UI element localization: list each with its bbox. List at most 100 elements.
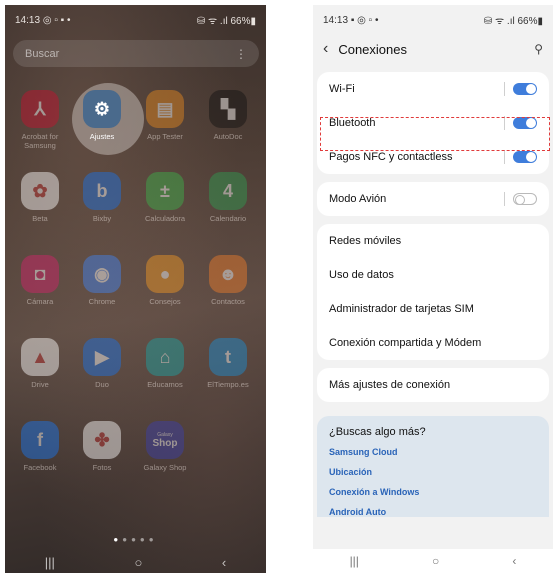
suggestions-panel: ¿Buscas algo más? Samsung Cloud Ubicació… [317,416,549,517]
airplane-row[interactable]: Modo Avión [317,182,549,216]
app-chrome[interactable]: ◉ Chrome [72,255,132,307]
mobile-networks-label: Redes móviles [329,235,402,247]
status-bar: 14:13 ▪ ◎ ▫ • ⛁ ᯤ .ıl 66%▮ [313,5,553,35]
nfc-highlight-box [320,117,550,151]
settings-screen: 14:13 ▪ ◎ ▫ • ⛁ ᯤ .ıl 66%▮ ‹ Conexiones … [313,5,553,573]
airplane-card: Modo Avión [317,182,549,216]
app-contacts[interactable]: ☻ Contactos [198,255,258,307]
camera-icon: ◘ [21,255,59,293]
app-grid: ⅄ Acrobat for Samsung ⚙ Ajustes ▤ App Tester ▚… [5,5,266,573]
tethering-row[interactable]: Conexión compartida y Módem [317,326,549,360]
link-android-auto[interactable]: Android Auto [329,507,537,517]
link-conexion-windows[interactable]: Conexión a Windows [329,487,537,497]
app-label: Facebook [23,463,57,472]
app-label: Educamos [147,380,183,389]
navigation-bar: ||| ○ ‹ [313,549,553,573]
status-time: 14:13 [323,14,349,26]
tips-icon: ● [146,255,184,293]
app-label: Calendario [209,214,247,223]
app-autodoc[interactable]: ▚ AutoDoc [198,90,258,142]
home-screen: 14:13 ◎ ▫ ▪ • ⛁ ᯤ .ıl 66%▮ Buscar ⋮ ⅄ Acr… [5,5,266,573]
contacts-icon: ☻ [209,255,247,293]
app-label: Bixby [92,214,112,223]
status-notification-icons: ▪ ◎ ▫ • [350,14,379,26]
sim-manager-row[interactable]: Administrador de tarjetas SIM [317,292,549,326]
app-label: App Tester [147,132,183,141]
app-tester-icon: ▤ [146,90,184,128]
sim-manager-label: Administrador de tarjetas SIM [329,303,474,315]
app-educamos[interactable]: ⌂ Educamos [135,338,195,390]
back-button[interactable]: ‹ [222,555,226,570]
facebook-icon: f [21,421,59,459]
link-ubicacion[interactable]: Ubicación [329,467,537,477]
app-label: Drive [31,380,49,389]
back-arrow-icon[interactable]: ‹ [323,40,328,58]
app-label: Contactos [211,297,245,306]
shop-glyph: Shop [152,437,178,449]
app-drive[interactable]: ▲ Drive [10,338,70,390]
link-samsung-cloud[interactable]: Samsung Cloud [329,447,537,457]
app-app-tester[interactable]: ▤ App Tester [135,90,195,142]
page-dot-active: ● [113,535,123,544]
app-label: Galaxy Shop [143,463,187,472]
search-icon[interactable]: ⚲ [534,42,543,56]
calculator-icon: ± [146,172,184,210]
app-duo[interactable]: ▶ Duo [72,338,132,390]
app-label: Cámara [26,297,54,306]
app-calculator[interactable]: ± Calculadora [135,172,195,224]
gear-icon: ⚙ [83,90,121,128]
recents-button[interactable]: ||| [45,555,55,570]
beta-icon: ✿ [21,172,59,210]
eltiempo-icon: t [209,338,247,376]
app-camera[interactable]: ◘ Cámara [10,255,70,307]
app-label: Beta [32,214,48,223]
data-usage-row[interactable]: Uso de datos [317,258,549,292]
app-calendar[interactable]: 4 Calendario [198,172,258,224]
page-indicator[interactable]: ●●●●● [5,535,266,544]
back-button[interactable]: ‹ [512,554,516,568]
more-settings-label: Más ajustes de conexión [329,379,451,391]
app-galaxy-shop[interactable]: Galaxy Shop Galaxy Shop [135,421,195,473]
app-photos[interactable]: ✤ Fotos [72,421,132,473]
app-label: ElTiempo.es [207,380,249,389]
page-title: Conexiones [338,41,407,57]
status-system-icons: ⛁ ᯤ .ıl 66%▮ [483,16,543,27]
status-left: 14:13 ▪ ◎ ▫ • [323,15,378,26]
educamos-icon: ⌂ [146,338,184,376]
home-button[interactable]: ○ [432,554,439,568]
app-facebook[interactable]: f Facebook [10,421,70,473]
nfc-toggle[interactable] [513,151,537,163]
wifi-row[interactable]: Wi-Fi [317,72,549,106]
photos-icon: ✤ [83,421,121,459]
calendar-icon: 4 [209,172,247,210]
more-settings-card: Más ajustes de conexión [317,368,549,402]
page-dots-rest: ●●●● [122,535,158,544]
duo-icon: ▶ [83,338,121,376]
wifi-label: Wi-Fi [329,83,355,95]
app-label: Consejos [149,297,181,306]
wifi-toggle[interactable] [513,83,537,95]
navigation-bar: ||| ○ ‹ [5,551,266,573]
app-label: Fotos [92,463,112,472]
app-beta[interactable]: ✿ Beta [10,172,70,224]
app-label: AutoDoc [213,132,243,141]
tethering-label: Conexión compartida y Módem [329,337,482,349]
galaxy-shop-icon: Galaxy Shop [146,421,184,459]
nfc-label: Pagos NFC y contactless [329,151,453,163]
autodoc-icon: ▚ [209,90,247,128]
app-gear[interactable]: ⚙ Ajustes [72,90,132,142]
app-bixby[interactable]: b Bixby [72,172,132,224]
more-settings-row[interactable]: Más ajustes de conexión [317,368,549,402]
mobile-networks-row[interactable]: Redes móviles [317,224,549,258]
data-usage-label: Uso de datos [329,269,394,281]
bixby-icon: b [83,172,121,210]
drive-icon: ▲ [21,338,59,376]
app-tips[interactable]: ● Consejos [135,255,195,307]
app-eltiempo[interactable]: t ElTiempo.es [198,338,258,390]
home-button[interactable]: ○ [134,555,142,570]
recents-button[interactable]: ||| [350,554,359,568]
airplane-toggle[interactable] [513,193,537,205]
app-acrobat[interactable]: ⅄ Acrobat for Samsung [10,90,70,150]
app-label: Ajustes [89,132,115,141]
app-label: Chrome [88,297,116,306]
